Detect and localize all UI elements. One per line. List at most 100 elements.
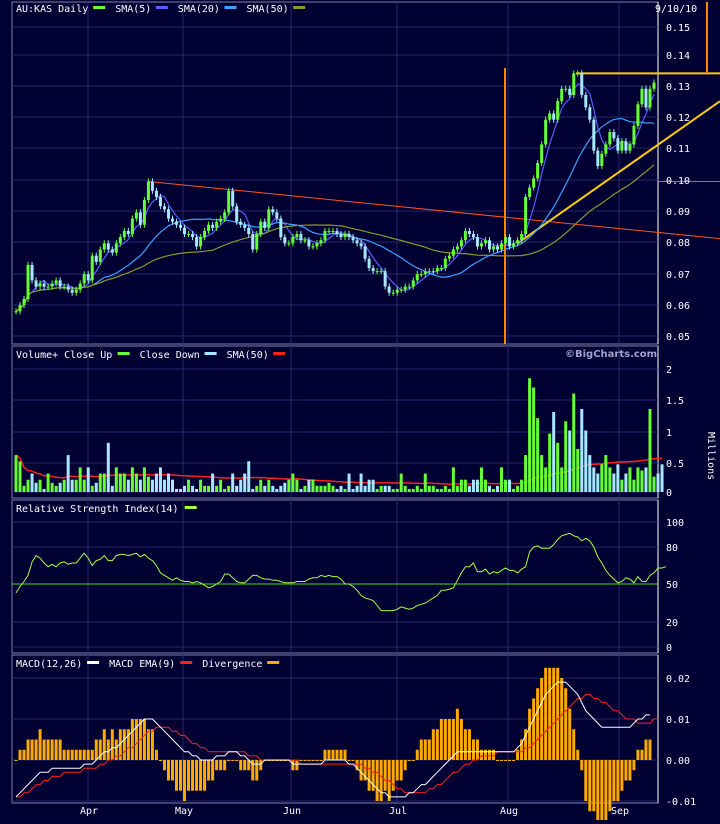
volume-bar: [620, 479, 624, 492]
divergence-bar: [419, 739, 423, 760]
price-tick-label: 0.10: [666, 176, 690, 187]
divergence-bar: [500, 760, 504, 761]
divergence-bar: [175, 760, 179, 791]
divergence-bar: [628, 760, 632, 781]
volume-bar: [231, 473, 235, 492]
divergence-bar: [648, 739, 652, 760]
price-candle: [427, 271, 431, 273]
price-candle: [648, 88, 652, 108]
divergence-bar: [467, 729, 471, 760]
divergence-bar: [243, 760, 247, 771]
volume-bar: [82, 479, 86, 492]
divergence-bar: [447, 719, 451, 760]
price-candle: [50, 283, 54, 287]
divergence-bar: [568, 708, 572, 760]
legend-swatch: [180, 661, 193, 664]
divergence-bar: [227, 760, 231, 761]
volume-bar: [479, 467, 483, 492]
volume-bar: [616, 464, 620, 492]
volume-bar: [199, 479, 203, 492]
volume-bar: [86, 467, 90, 492]
volume-bar: [656, 473, 660, 492]
volume-bar: [122, 473, 126, 492]
price-candle: [596, 150, 600, 167]
price-candle: [632, 125, 636, 145]
volume-bar: [343, 488, 347, 492]
volume-bar: [207, 485, 211, 492]
volume-bar: [520, 479, 524, 492]
volume-tick-label: 0: [666, 488, 672, 499]
divergence-bar: [86, 749, 90, 760]
legend-swatch: [293, 6, 306, 9]
divergence-bar: [30, 739, 34, 760]
month-label: Jul: [389, 806, 407, 817]
stock-chart: AU:KAS Daily SMA(5) SMA(20) SMA(50) Volume+ …: [11, 1, 720, 822]
price-candle: [142, 200, 146, 225]
price-candle: [263, 221, 267, 228]
volume-tick-label: 1: [666, 428, 672, 439]
price-candle: [383, 271, 387, 287]
price-candle: [46, 286, 50, 288]
month-label: Sep: [611, 806, 629, 817]
volume-tick-label: 2: [666, 365, 672, 376]
volume-bar: [154, 473, 158, 492]
volume-bar: [110, 485, 114, 492]
price-candle: [162, 206, 166, 210]
divergence-bar: [532, 698, 536, 760]
divergence-bar: [219, 760, 223, 771]
volume-bar: [496, 485, 500, 492]
price-candle: [508, 237, 512, 247]
price-candle: [215, 221, 219, 228]
volume-bar: [435, 488, 439, 492]
price-candle: [471, 234, 475, 238]
price-candle: [22, 298, 26, 306]
volume-bar: [508, 479, 512, 492]
volume-bar: [584, 430, 588, 492]
price-candle: [439, 268, 443, 270]
volume-bar: [203, 485, 207, 492]
divergence-bar: [62, 749, 66, 760]
volume-bar: [475, 479, 479, 492]
divergence-bar: [439, 719, 443, 760]
volume-bar: [142, 467, 146, 492]
price-candle: [118, 237, 122, 244]
price-candle: [175, 221, 179, 225]
volume-bar: [487, 485, 491, 492]
volume-bar: [331, 485, 335, 492]
volume-bar: [259, 479, 263, 492]
divergence-bar: [463, 729, 467, 760]
divergence-bar: [496, 760, 500, 761]
divergence-bar: [608, 760, 612, 812]
divergence-bar: [231, 760, 235, 761]
volume-bar: [371, 479, 375, 492]
volume-bar: [540, 455, 544, 492]
volume-bar: [483, 479, 487, 492]
divergence-bar: [195, 760, 199, 791]
divergence-bar: [335, 749, 339, 760]
price-candle: [114, 243, 118, 253]
volume-bar: [235, 485, 239, 492]
volume-bar: [162, 479, 166, 492]
price-candle: [90, 255, 94, 281]
price-candle: [126, 230, 130, 235]
price-candle: [363, 246, 367, 259]
divergence-bar: [483, 749, 487, 760]
divergence-bar: [142, 719, 146, 760]
volume-bar: [628, 467, 632, 492]
price-candle: [219, 218, 223, 222]
price-candle: [138, 212, 142, 225]
divergence-bar: [632, 760, 636, 771]
price-candle: [500, 243, 504, 250]
price-candle: [166, 209, 170, 219]
divergence-bar: [259, 760, 263, 771]
volume-bar: [516, 485, 520, 492]
price-candle: [548, 113, 552, 120]
divergence-bar: [215, 760, 219, 771]
divergence-bar: [203, 760, 207, 791]
price-candle: [347, 234, 351, 238]
volume-bar: [467, 485, 471, 492]
volume-bar: [187, 479, 191, 492]
divergence-bar: [207, 760, 211, 781]
price-candle: [479, 243, 483, 247]
price-candle: [38, 283, 42, 287]
